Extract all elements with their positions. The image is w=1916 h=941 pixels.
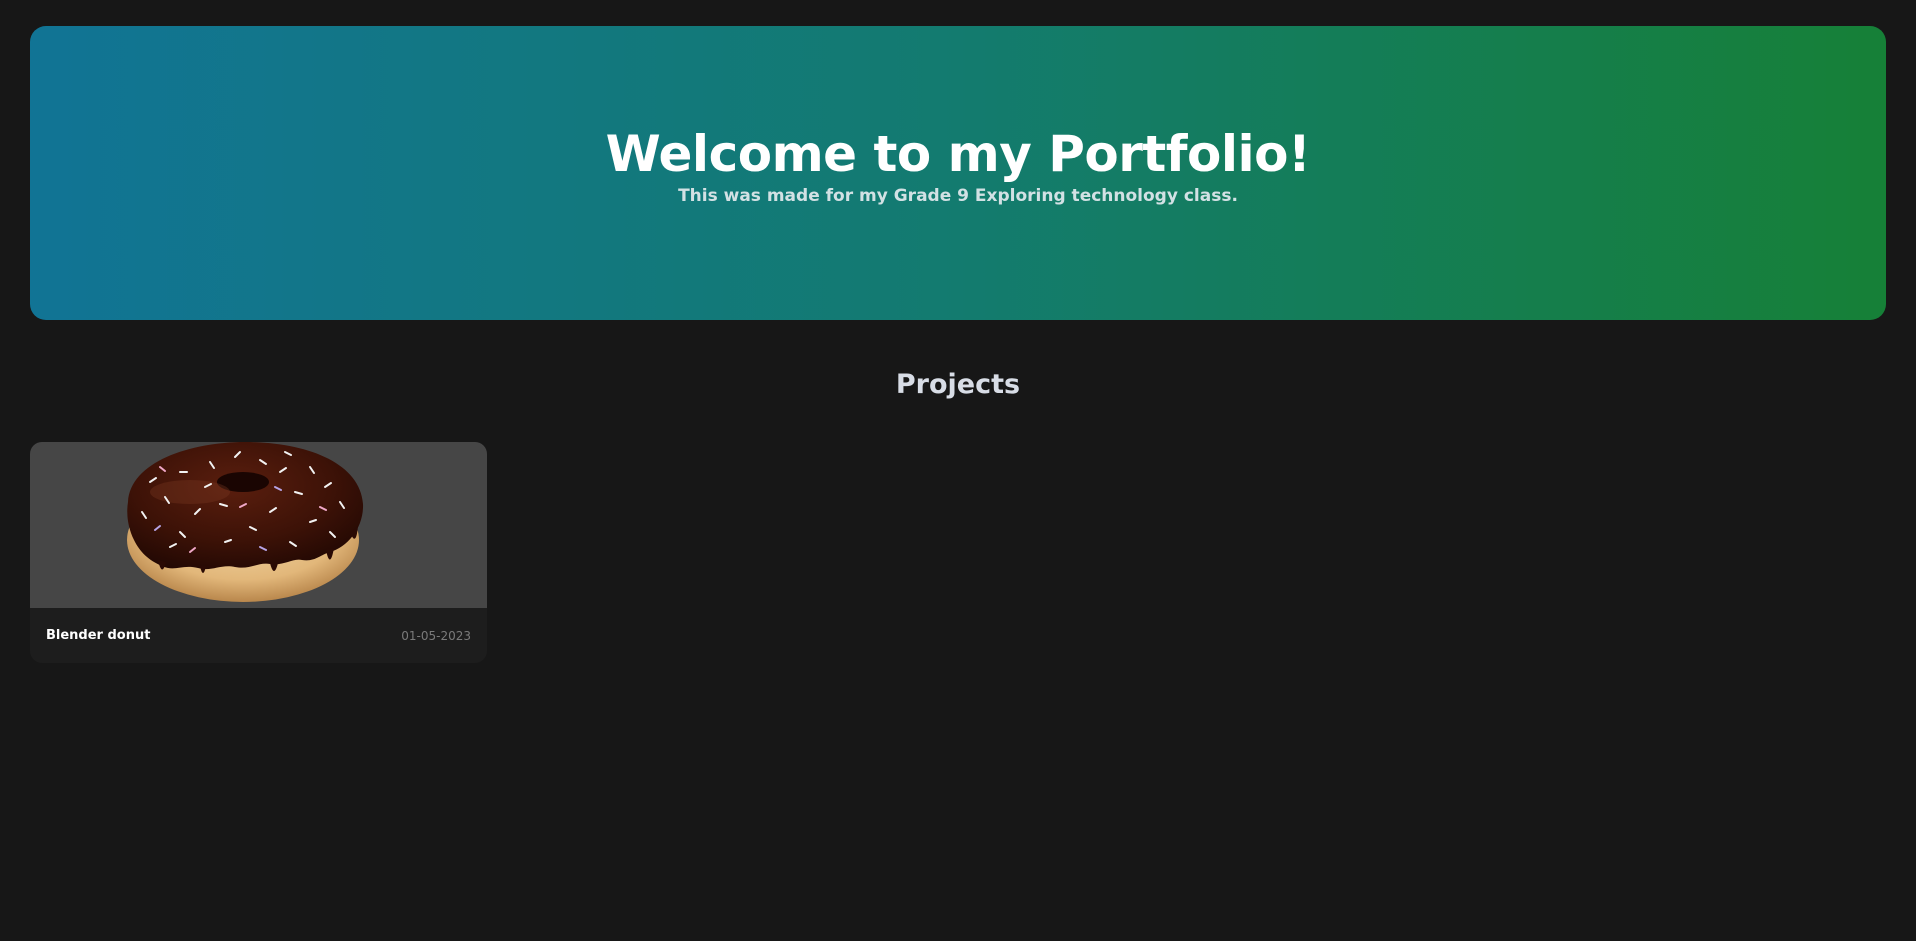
project-thumbnail[interactable] [30, 442, 487, 608]
project-card-footer: Blender donut 01-05-2023 [30, 608, 487, 663]
projects-heading: Projects [895, 369, 1021, 400]
page-title: Welcome to my Portfolio! [605, 124, 1311, 183]
page-subtitle: This was made for my Grade 9 Exploring t… [678, 185, 1238, 206]
donut-image [127, 442, 364, 602]
project-date: 01-05-2023 [401, 628, 471, 643]
project-card[interactable]: Blender donut 01-05-2023 [30, 442, 487, 663]
project-title[interactable]: Blender donut [46, 628, 150, 643]
hero-banner: Welcome to my Portfolio! This was made f… [30, 26, 1886, 320]
